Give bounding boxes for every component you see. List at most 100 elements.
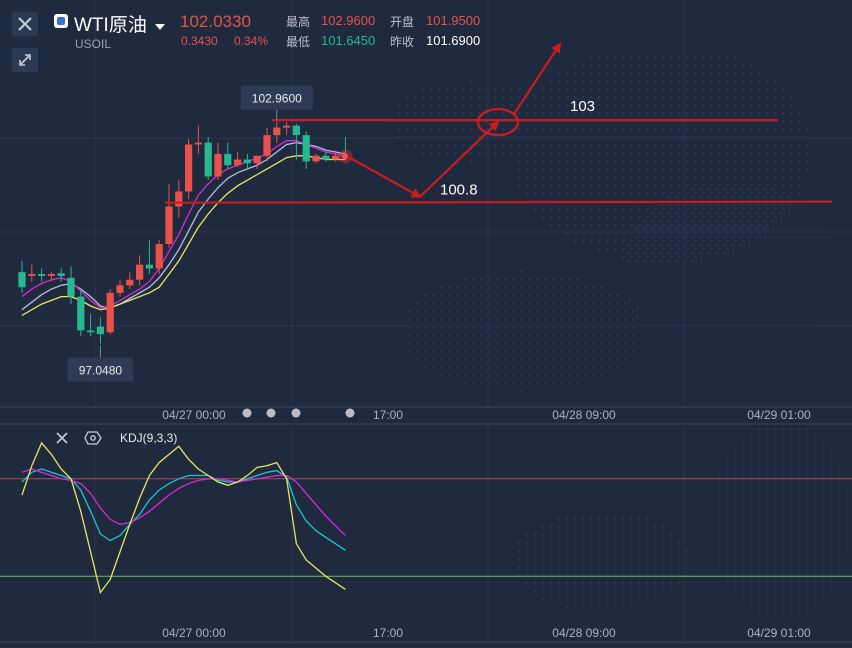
kdj-settings-button[interactable] xyxy=(84,430,102,451)
event-dot xyxy=(345,408,355,418)
map-dot xyxy=(678,192,681,195)
map-dot xyxy=(534,152,537,155)
map-dot xyxy=(606,598,609,601)
map-dot xyxy=(616,358,619,361)
map-dot xyxy=(726,580,729,583)
map-dot xyxy=(822,564,825,567)
map-dot xyxy=(756,204,759,207)
map-dot xyxy=(622,224,625,227)
map-dot xyxy=(646,152,649,155)
map-dot xyxy=(622,128,625,131)
map-dot xyxy=(814,460,817,463)
map-dot xyxy=(550,96,553,99)
map-dot xyxy=(472,382,475,385)
map-dot xyxy=(822,596,825,599)
map-dot xyxy=(598,598,601,601)
map-dot xyxy=(750,152,753,155)
map-dot xyxy=(774,444,777,447)
map-dot xyxy=(764,236,767,239)
close-button[interactable] xyxy=(12,12,38,36)
map-dot xyxy=(676,212,679,215)
map-dot xyxy=(678,184,681,187)
map-dot xyxy=(668,260,671,263)
map-dot xyxy=(838,484,841,487)
map-dot xyxy=(542,526,545,529)
map-dot xyxy=(526,558,529,561)
map-dot xyxy=(750,564,753,567)
map-dot xyxy=(504,278,507,281)
map-dot xyxy=(638,112,641,115)
map-dot xyxy=(758,540,761,543)
map-dot xyxy=(622,152,625,155)
kdj-close-button[interactable] xyxy=(54,430,70,451)
map-dot xyxy=(822,476,825,479)
map-dot xyxy=(644,268,647,271)
map-dot xyxy=(774,556,777,559)
map-dot xyxy=(558,534,561,537)
map-dot xyxy=(766,572,769,575)
map-dot xyxy=(766,484,769,487)
symbol-selector[interactable]: WTI原油 xyxy=(74,10,166,37)
map-dot xyxy=(782,176,785,179)
map-dot xyxy=(608,334,611,337)
map-dot xyxy=(438,96,441,99)
map-dot xyxy=(480,366,483,369)
map-dot xyxy=(734,588,737,591)
map-dot xyxy=(638,542,641,545)
map-dot xyxy=(646,80,649,83)
map-dot xyxy=(718,80,721,83)
map-dot xyxy=(574,566,577,569)
map-dot xyxy=(734,556,737,559)
map-dot xyxy=(788,196,791,199)
map-dot xyxy=(764,244,767,247)
map-dot xyxy=(568,358,571,361)
map-dot xyxy=(742,160,745,163)
symbol-name: WTI原油 xyxy=(74,15,147,36)
map-dot xyxy=(726,128,729,131)
map-dot xyxy=(692,204,695,207)
map-dot xyxy=(790,532,793,535)
map-dot xyxy=(592,350,595,353)
candle-body xyxy=(155,244,163,269)
map-dot xyxy=(756,356,759,359)
map-dot xyxy=(646,56,649,59)
map-dot xyxy=(708,284,711,287)
map-dot xyxy=(518,184,521,187)
map-dot xyxy=(582,88,585,91)
map-dot xyxy=(560,334,563,337)
map-dot xyxy=(542,582,545,585)
map-dot xyxy=(544,302,547,305)
map-dot xyxy=(790,104,793,107)
expand-button[interactable] xyxy=(12,48,38,72)
map-dot xyxy=(590,240,593,243)
map-dot xyxy=(798,128,801,131)
map-dot xyxy=(804,284,807,287)
map-dot xyxy=(600,366,603,369)
map-dot xyxy=(646,216,649,219)
event-dot xyxy=(291,408,301,418)
map-dot xyxy=(568,374,571,377)
map-dot xyxy=(558,128,561,131)
map-dot xyxy=(536,358,539,361)
map-dot xyxy=(676,308,679,311)
map-dot xyxy=(780,220,783,223)
map-dot xyxy=(734,88,737,91)
map-dot xyxy=(644,228,647,231)
map-dot xyxy=(520,358,523,361)
map-dot xyxy=(552,342,555,345)
map-dot xyxy=(692,188,695,191)
map-dot xyxy=(830,540,833,543)
candle-body xyxy=(312,155,320,162)
kdj-series-line xyxy=(21,441,346,594)
map-dot xyxy=(838,508,841,511)
kdj-time-tick-label: 17:00 xyxy=(373,626,403,640)
map-dot xyxy=(582,566,585,569)
map-dot xyxy=(448,334,451,337)
map-dot xyxy=(780,236,783,239)
map-dot xyxy=(670,152,673,155)
map-dot xyxy=(822,532,825,535)
map-dot xyxy=(582,176,585,179)
map-dot xyxy=(726,556,729,559)
map-dot xyxy=(702,96,705,99)
map-dot xyxy=(796,292,799,295)
